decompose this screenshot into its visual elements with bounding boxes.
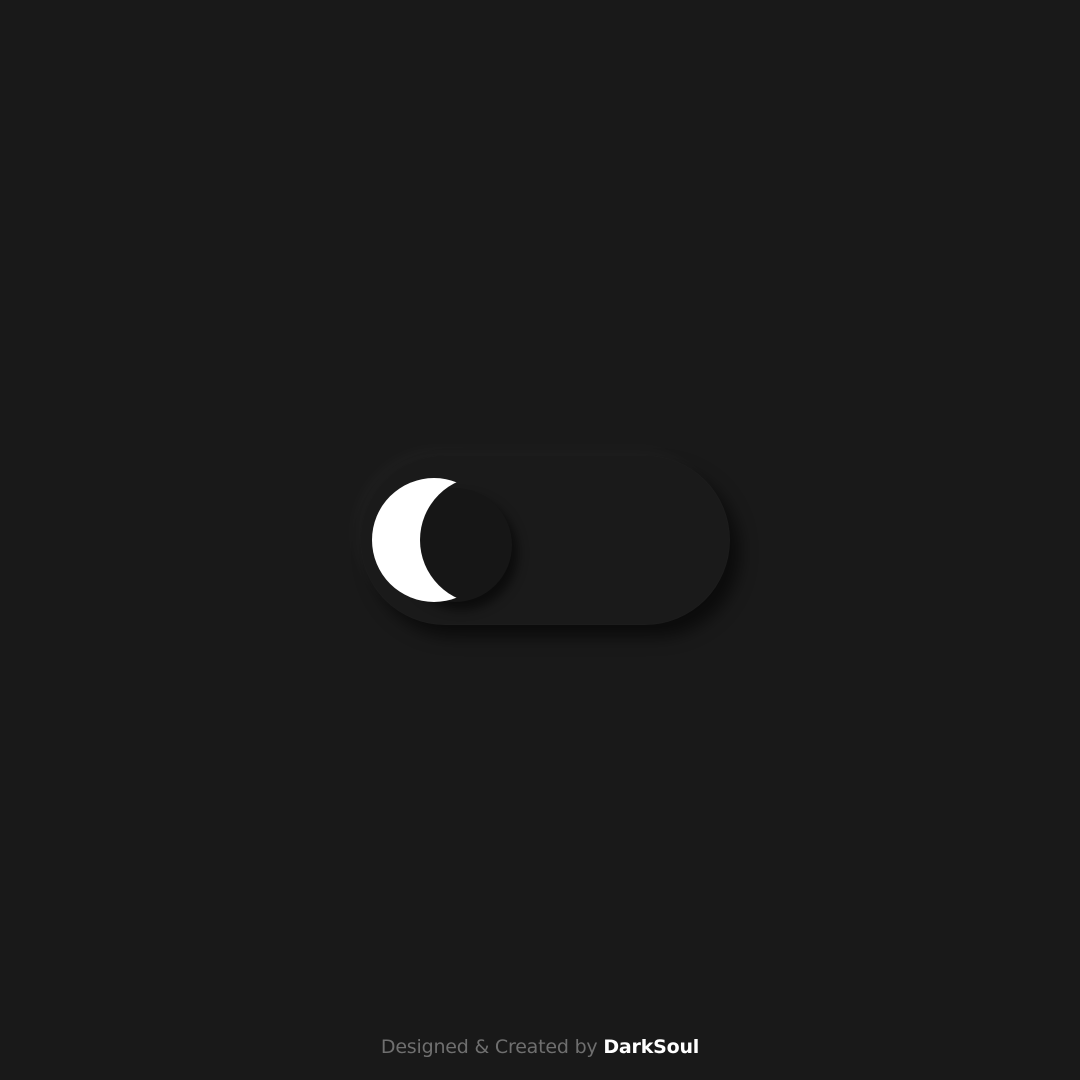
footer-credit: Designed & Created by DarkSoul: [0, 1036, 1080, 1058]
page: Designed & Created by DarkSoul: [0, 0, 1080, 1080]
credit-prefix: Designed & Created by: [380, 1036, 598, 1058]
theme-toggle-switch[interactable]: [360, 455, 730, 625]
credit-author: DarkSoul: [603, 1036, 700, 1058]
moon-icon: [372, 478, 496, 602]
toggle-knob[interactable]: [372, 478, 512, 602]
